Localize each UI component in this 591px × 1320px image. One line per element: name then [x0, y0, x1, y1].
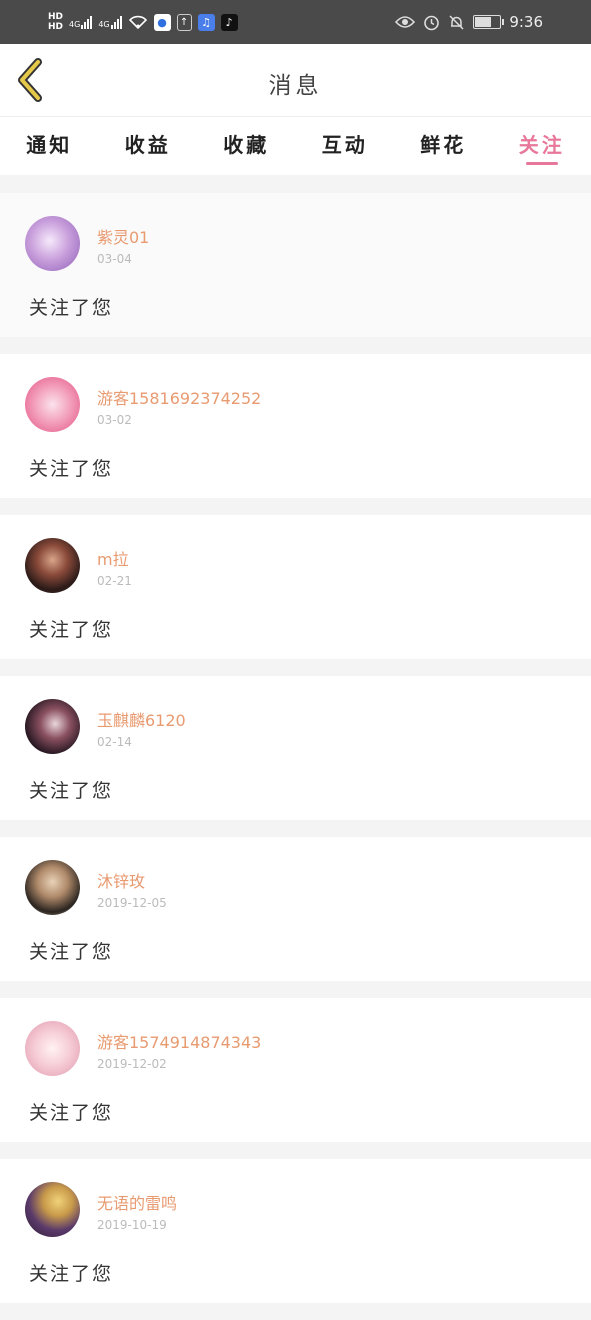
list-item[interactable]: 紫灵01 03-04 关注了您: [0, 193, 591, 337]
status-bar: HD HD 4G 4G ● ↑ ♫ ♪: [0, 0, 591, 44]
message-list: 紫灵01 03-04 关注了您 游客1581692374252 03-02 关注…: [0, 193, 591, 1320]
tab-flowers[interactable]: 鲜花: [394, 117, 493, 175]
hd-indicator: HD HD: [48, 12, 63, 32]
tab-following[interactable]: 关注: [493, 117, 591, 175]
username[interactable]: 沐锌玫: [97, 868, 145, 892]
message-date: 02-14: [97, 735, 132, 749]
username[interactable]: 游客1581692374252: [97, 385, 261, 409]
list-item[interactable]: 游客1581692374252 03-02 关注了您: [0, 354, 591, 498]
username[interactable]: 玉麒麟6120: [97, 707, 186, 731]
list-item[interactable]: 无语的雷鸣 2019-10-19 关注了您: [0, 1159, 591, 1303]
message-date: 2019-12-02: [97, 1057, 167, 1071]
message-text: 关注了您: [29, 776, 113, 803]
alarm-icon: [423, 14, 440, 31]
message-date: 2019-10-19: [97, 1218, 167, 1232]
message-text: 关注了您: [29, 615, 113, 642]
avatar[interactable]: [25, 1182, 80, 1237]
signal-icon-2: 4G: [98, 16, 121, 29]
avatar[interactable]: [25, 216, 80, 271]
battery-icon: [473, 15, 501, 29]
tab-interactions[interactable]: 互动: [296, 117, 395, 175]
username[interactable]: 游客1574914874343: [97, 1029, 261, 1053]
network-label-2: 4G: [98, 20, 109, 29]
list-item[interactable]: m拉 02-21 关注了您: [0, 515, 591, 659]
username[interactable]: m拉: [97, 546, 129, 570]
message-text: 关注了您: [29, 937, 113, 964]
message-date: 2019-12-05: [97, 896, 167, 910]
avatar[interactable]: [25, 860, 80, 915]
baidu-icon: ●: [154, 14, 171, 31]
message-text: 关注了您: [29, 1259, 113, 1286]
tab-earnings[interactable]: 收益: [99, 117, 198, 175]
message-text: 关注了您: [29, 454, 113, 481]
message-date: 03-02: [97, 413, 132, 427]
header: 消息: [0, 44, 591, 117]
hd-label-1: HD: [48, 12, 63, 22]
username[interactable]: 无语的雷鸣: [97, 1190, 177, 1214]
tab-notifications[interactable]: 通知: [0, 117, 99, 175]
tab-bar: 通知 收益 收藏 互动 鲜花 关注: [0, 117, 591, 175]
tiktok-icon: ♪: [221, 14, 238, 31]
message-text: 关注了您: [29, 293, 113, 320]
list-item[interactable]: 沐锌玫 2019-12-05 关注了您: [0, 837, 591, 981]
avatar[interactable]: [25, 699, 80, 754]
avatar[interactable]: [25, 1021, 80, 1076]
message-text: 关注了您: [29, 1098, 113, 1125]
hd-label-2: HD: [48, 22, 63, 32]
list-item[interactable]: 玉麒麟6120 02-14 关注了您: [0, 676, 591, 820]
username[interactable]: 紫灵01: [97, 224, 149, 248]
status-right: 9:36: [395, 6, 543, 38]
avatar[interactable]: [25, 538, 80, 593]
list-item[interactable]: 游客1574914874343 2019-12-02 关注了您: [0, 998, 591, 1142]
status-time: 9:36: [509, 13, 543, 31]
tab-favorites[interactable]: 收藏: [197, 117, 296, 175]
bell-off-icon: [448, 14, 465, 31]
network-label-1: 4G: [69, 20, 80, 29]
upload-icon: ↑: [177, 14, 192, 31]
message-date: 02-21: [97, 574, 132, 588]
signal-icon: 4G: [69, 16, 92, 29]
wifi-icon: [128, 14, 148, 30]
page-title: 消息: [0, 66, 591, 100]
avatar[interactable]: [25, 377, 80, 432]
message-date: 03-04: [97, 252, 132, 266]
status-left: HD HD 4G 4G ● ↑ ♫ ♪: [48, 6, 238, 38]
eye-icon: [395, 15, 415, 29]
music-icon: ♫: [198, 14, 215, 31]
